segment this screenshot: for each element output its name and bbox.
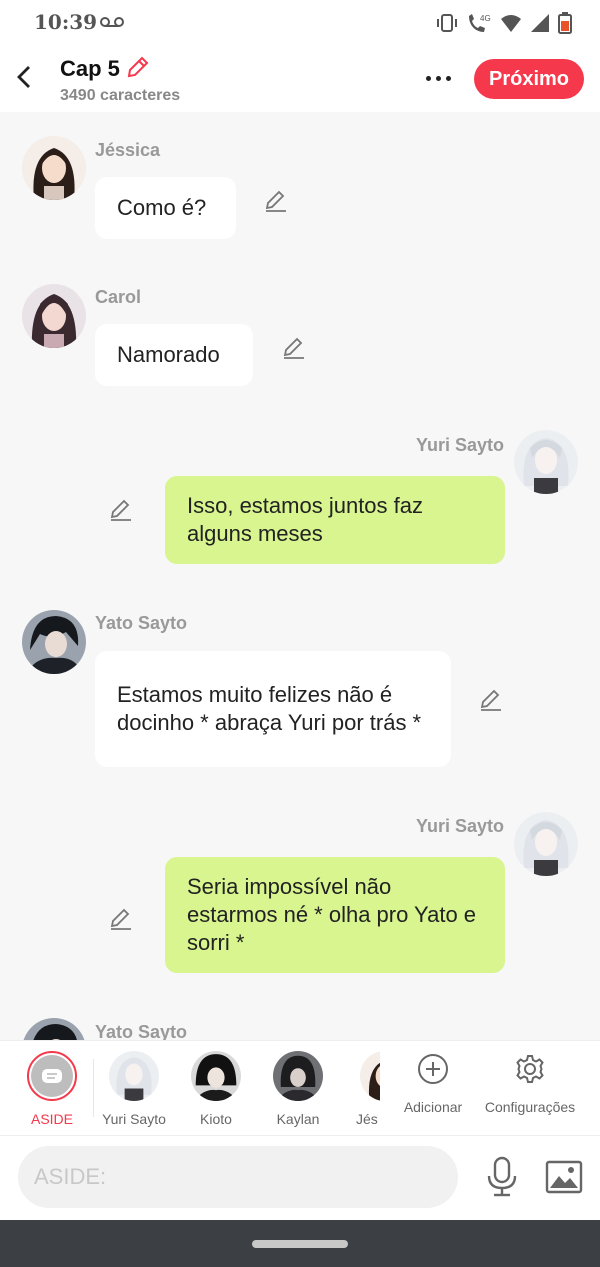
aside-avatar <box>27 1051 77 1101</box>
edit-message-icon[interactable] <box>478 687 504 713</box>
back-button[interactable] <box>10 60 38 94</box>
add-label: Adicionar <box>403 1099 463 1115</box>
message-icon <box>42 1069 62 1083</box>
sender-name: Yato Sayto <box>95 613 188 633</box>
character-kioto[interactable]: Kioto <box>176 1051 256 1127</box>
battery-icon <box>558 12 572 34</box>
dot <box>435 75 441 81</box>
avatar <box>273 1051 323 1101</box>
avatar-yato[interactable] <box>22 1018 86 1040</box>
wifi-icon <box>501 15 521 32</box>
status-time: 10:39 <box>34 10 98 34</box>
edit-message-icon[interactable] <box>281 335 307 361</box>
status-icons: 4G <box>436 12 572 34</box>
avatar-jessica[interactable] <box>22 136 86 200</box>
sender-name: Yato Sayto <box>95 1022 188 1040</box>
edit-message-icon[interactable] <box>108 906 134 932</box>
chat-message: Yuri Sayto Isso, estamos juntos faz algu… <box>0 412 600 582</box>
message-input[interactable] <box>18 1146 458 1208</box>
chat-message: Yato Sayto Estamos muito felizes não é d… <box>0 592 600 792</box>
character-yuri[interactable]: Yuri Sayto <box>94 1051 174 1127</box>
character-name: Kaylan <box>276 1111 320 1127</box>
avatar-yato[interactable] <box>22 610 86 674</box>
character-jessica[interactable]: Jés <box>340 1051 380 1127</box>
avatar-carol[interactable] <box>22 284 86 348</box>
dot <box>445 75 451 81</box>
avatar <box>109 1051 159 1101</box>
signal-icon <box>531 14 549 32</box>
aside-inner <box>31 1055 73 1097</box>
chevron-left-icon <box>17 66 30 88</box>
gear-icon <box>516 1055 544 1083</box>
avatar-yuri[interactable] <box>514 430 578 494</box>
character-name: Kioto <box>200 1111 232 1127</box>
chapter-title: Cap 5 <box>60 56 120 81</box>
sender-name: Yuri Sayto <box>415 435 504 455</box>
character-bar: ASIDE Yuri Sayto Kioto Kaylan Jés Adicio… <box>0 1040 600 1136</box>
plus-circle-icon <box>418 1054 448 1084</box>
settings-label: Configurações <box>484 1099 576 1115</box>
microphone-icon[interactable] <box>484 1156 520 1198</box>
sender-name: Yuri Sayto <box>415 816 504 836</box>
sender-name: Jéssica <box>95 140 161 160</box>
message-bubble[interactable]: Como é? <box>95 177 236 239</box>
system-nav-bar <box>0 1220 600 1267</box>
avatar <box>360 1051 380 1101</box>
sender-name: Carol <box>95 287 142 307</box>
network-label: 4G <box>480 14 491 23</box>
character-aside[interactable]: ASIDE <box>12 1051 92 1127</box>
chapter-header: Cap 5 3490 caracteres Próximo <box>0 46 600 112</box>
avatar <box>191 1051 241 1101</box>
edit-message-icon[interactable] <box>108 497 134 523</box>
add-character-button[interactable]: Adicionar <box>400 1053 466 1115</box>
edit-message-icon[interactable] <box>263 188 289 214</box>
character-name: Jés <box>356 1111 378 1127</box>
chat-message: Jéssica Como é? <box>0 112 600 252</box>
settings-button[interactable]: Configurações <box>484 1053 576 1115</box>
character-kaylan[interactable]: Kaylan <box>258 1051 338 1127</box>
character-count: 3490 caracteres <box>60 87 181 104</box>
vibrate-icon <box>437 14 457 32</box>
character-name: ASIDE <box>30 1111 73 1127</box>
message-bubble[interactable]: Estamos muito felizes não é docinho * ab… <box>95 651 451 767</box>
message-bubble[interactable]: Seria impossível não estarmos né * olha … <box>165 857 505 973</box>
home-gesture-handle[interactable] <box>252 1240 348 1248</box>
image-icon[interactable] <box>544 1158 584 1196</box>
more-options-button[interactable] <box>418 64 458 92</box>
character-name: Yuri Sayto <box>102 1111 166 1127</box>
call-4g-icon: 4G <box>469 14 491 32</box>
edit-title-icon[interactable] <box>125 54 151 80</box>
dot <box>425 75 431 81</box>
chat-message: Carol Namorado <box>0 262 600 402</box>
message-bubble[interactable]: Namorado <box>95 324 253 386</box>
status-bar: 10:39 4G <box>0 0 600 46</box>
avatar-yuri[interactable] <box>514 812 578 876</box>
next-button[interactable]: Próximo <box>474 59 584 99</box>
composer <box>0 1136 600 1220</box>
message-bubble[interactable]: Isso, estamos juntos faz alguns meses <box>165 476 505 564</box>
chat-message: Yuri Sayto Seria impossível não estarmos… <box>0 802 600 1002</box>
voicemail-icon <box>100 17 124 27</box>
chat-area[interactable]: Jéssica Como é? Carol Namorado Yuri Sayt… <box>0 112 600 1040</box>
chat-message: Yato Sayto <box>0 1012 600 1040</box>
